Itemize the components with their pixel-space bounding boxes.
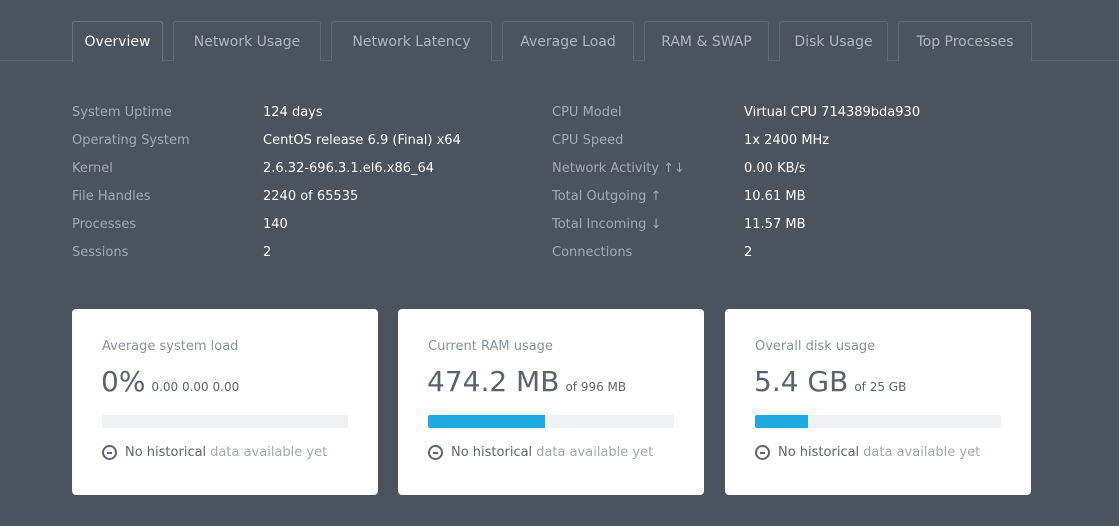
info-key: CPU Model [552,105,622,120]
history-note: No historical data available yet [102,445,327,460]
info-key: Network Activity ↑↓ [552,161,685,176]
tab-ram-swap[interactable]: RAM & SWAP [644,21,769,61]
progress-fill [755,415,809,428]
minus-circle-icon [428,445,443,460]
tab-network-latency[interactable]: Network Latency [331,21,492,61]
card-main-value: 474.2 MB [427,365,560,398]
card-main-value: 0% [101,365,146,398]
info-key: Processes [72,217,137,232]
info-value: 140 [263,217,288,232]
info-key: Total Incoming ↓ [552,217,662,232]
info-value: 124 days [263,105,323,120]
system-load-card: Average system load 0% 0.00 0.00 0.00 No … [72,309,378,495]
history-subtext: data available yet [536,445,654,460]
progress-bar [102,415,348,428]
info-key: System Uptime [72,105,172,120]
tab-top-processes[interactable]: Top Processes [898,21,1032,61]
info-key: Total Outgoing ↑ [552,189,662,204]
disk-usage-card: Overall disk usage 5.4 GB of 25 GB No his… [725,309,1031,495]
info-value: 2.6.32-696.3.1.el6.x86_64 [263,161,435,176]
card-title: Overall disk usage [755,339,876,354]
ram-usage-card: Current RAM usage 474.2 MB of 996 MB No h… [398,309,704,495]
info-value: Virtual CPU 714389bda930 [744,105,921,120]
progress-bar [428,415,674,428]
history-note: No historical data available yet [755,445,980,460]
history-note: No historical data available yet [428,445,653,460]
progress-fill [428,415,546,428]
card-value: 474.2 MB of 996 MB [427,365,626,398]
card-sub-value: of 25 GB [854,380,907,394]
card-title: Average system load [102,339,239,354]
tab-bar: Overview Network Usage Network Latency A… [0,0,1119,62]
card-value: 0% 0.00 0.00 0.00 [101,365,239,398]
history-subtext: data available yet [210,445,328,460]
info-value: 2240 of 65535 [263,189,359,204]
info-key: Sessions [72,245,129,260]
card-main-value: 5.4 GB [754,365,849,398]
history-text: No historical [451,445,533,460]
minus-circle-icon [755,445,770,460]
progress-bar [755,415,1001,428]
info-key: Connections [552,245,633,260]
info-value: 2 [263,245,272,260]
info-value: 0.00 KB/s [744,161,806,176]
tab-average-load[interactable]: Average Load [502,21,634,61]
info-key: Operating System [72,133,190,148]
info-value: CentOS release 6.9 (Final) x64 [263,133,461,148]
info-key: CPU Speed [552,133,624,148]
card-sub-value: of 996 MB [565,380,627,394]
info-key: File Handles [72,189,151,204]
info-key: Kernel [72,161,113,176]
minus-circle-icon [102,445,117,460]
tab-network-usage[interactable]: Network Usage [173,21,321,61]
info-value: 1x 2400 MHz [744,133,830,148]
card-sub-value: 0.00 0.00 0.00 [151,380,240,394]
card-title: Current RAM usage [428,339,553,354]
history-subtext: data available yet [863,445,981,460]
tab-overview[interactable]: Overview [72,21,163,62]
tab-disk-usage[interactable]: Disk Usage [779,21,888,61]
card-value: 5.4 GB of 25 GB [754,365,906,398]
info-value: 10.61 MB [744,189,806,204]
history-text: No historical [778,445,860,460]
info-value: 2 [744,245,753,260]
info-value: 11.57 MB [744,217,806,232]
history-text: No historical [125,445,207,460]
